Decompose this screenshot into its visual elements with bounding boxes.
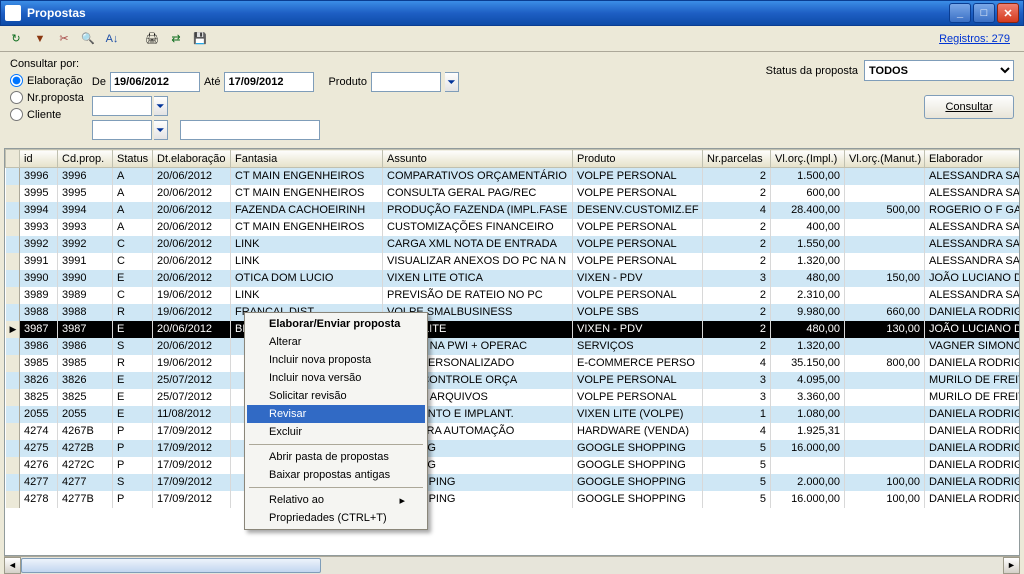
menu-item[interactable]: Incluir nova versão [247,369,425,387]
menu-item[interactable]: Alterar [247,333,425,351]
column-header[interactable]: Nr.parcelas [703,150,771,168]
table-row[interactable]: 42764272CP17/09/2012RKETINGGOOGLE SHOPPI… [6,457,1021,474]
produto-lookup-icon[interactable]: ⏷ [445,72,459,92]
table-row[interactable]: 39903990E20/06/2012OTICA DOM LUCIOVIXEN … [6,270,1021,287]
table-row[interactable]: 39943994A20/06/2012FAZENDA CACHOEIRINHPR… [6,202,1021,219]
maximize-button[interactable]: □ [973,3,995,23]
status-select[interactable]: TODOS [864,60,1014,81]
radio-elaboracao[interactable] [10,74,23,87]
radio-cliente[interactable] [10,108,23,121]
produto-input[interactable] [371,72,441,92]
column-header[interactable]: Vl.orç.(Manut.) [845,150,925,168]
menu-separator [249,487,423,488]
submenu-arrow-icon: ▸ [399,494,405,507]
close-button[interactable]: ✕ [997,3,1019,23]
menu-item[interactable]: Baixar propostas antigas [247,466,425,484]
de-input[interactable] [110,72,200,92]
table-row[interactable]: 39863986S20/06/2012MENTO NA PWI + OPERAC… [6,338,1021,355]
radio-nrproposta-label[interactable]: Nr.proposta [27,92,84,104]
filter-panel: Consultar por: Elaboração Nr.proposta Cl… [0,52,1024,148]
window-titlebar: Propostas _ □ ✕ [0,0,1024,26]
menu-item[interactable]: Excluir [247,423,425,441]
table-row[interactable]: 39853985R19/06/2012ERCE PERSONALIZADOE-C… [6,355,1021,372]
refresh-icon[interactable]: ↻ [6,29,26,49]
ate-input[interactable] [224,72,314,92]
table-row[interactable]: 42784277BP17/09/2012E SHOPPINGGOOGLE SHO… [6,491,1021,508]
table-row[interactable]: 39963996A20/06/2012CT MAIN ENGENHEIROSCO… [6,168,1021,185]
radio-elaboracao-label[interactable]: Elaboração [27,75,83,87]
column-header[interactable]: Cd.prop. [58,150,113,168]
table-row[interactable]: 42774277S17/09/2012E SHOPPINGGOOGLE SHOP… [6,474,1021,491]
table-row[interactable]: 42744267BP17/09/2012ARE PARA AUTOMAÇÃOHA… [6,423,1021,440]
table-row[interactable]: 38253825E25/07/2012OLE DE ARQUIVOSVOLPE … [6,389,1021,406]
ate-label: Até [204,76,221,88]
print-icon[interactable]: 🖨 [142,29,162,49]
status-label: Status da proposta [766,65,858,77]
menu-item[interactable]: Incluir nova proposta [247,351,425,369]
scroll-left-icon[interactable]: ◄ [4,557,21,574]
scroll-thumb[interactable] [21,558,321,573]
binoculars-icon[interactable]: 🔍 [78,29,98,49]
column-header[interactable]: Vl.orç.(Impl.) [771,150,845,168]
column-header[interactable]: Assunto [383,150,573,168]
export-icon[interactable]: ⇄ [166,29,186,49]
table-row[interactable]: 39883988R19/06/2012FRANCAL DIST.VOLPE SM… [6,304,1021,321]
scroll-right-icon[interactable]: ► [1003,557,1020,574]
consultar-button[interactable]: Consultar [924,95,1014,119]
de-label: De [92,76,106,88]
registros-link[interactable]: Registros: 279 [939,33,1018,45]
toolbar: ↻ ▼ ✂ 🔍 A↓ 🖨 ⇄ 💾 Registros: 279 [0,26,1024,52]
menu-item[interactable]: Relativo ao▸ [247,491,425,509]
table-row[interactable]: 39933993A20/06/2012CT MAIN ENGENHEIROSCU… [6,219,1021,236]
sort-icon[interactable]: A↓ [102,29,122,49]
filter-icon[interactable]: ▼ [30,29,50,49]
table-row[interactable]: 39893989C19/06/2012LINKPREVISÃO DE RATEI… [6,287,1021,304]
cliente-nome-input[interactable] [180,120,320,140]
window-title: Propostas [27,6,949,20]
column-header[interactable]: Produto [573,150,703,168]
menu-item[interactable]: Propriedades (CTRL+T) [247,509,425,527]
cut-icon[interactable]: ✂ [54,29,74,49]
table-row[interactable]: 42754272BP17/09/2012RKETINGGOOGLE SHOPPI… [6,440,1021,457]
produto-label: Produto [328,76,367,88]
consultar-por-label: Consultar por: [10,58,84,70]
column-header[interactable]: id [20,150,58,168]
minimize-button[interactable]: _ [949,3,971,23]
column-header[interactable]: Status [113,150,153,168]
horizontal-scrollbar[interactable]: ◄ ► [4,556,1020,573]
column-header[interactable]: Fantasia [231,150,383,168]
nrproposta-lookup-icon[interactable]: ⏷ [154,96,168,116]
table-row[interactable]: 39913991C20/06/2012LINKVISUALIZAR ANEXOS… [6,253,1021,270]
menu-item[interactable]: Elaborar/Enviar proposta [247,315,425,333]
radio-cliente-label[interactable]: Cliente [27,109,61,121]
menu-item[interactable]: Revisar [247,405,425,423]
radio-nrproposta[interactable] [10,91,23,104]
menu-item[interactable]: Solicitar revisão [247,387,425,405]
table-row[interactable]: 39923992C20/06/2012LINKCARGA XML NOTA DE… [6,236,1021,253]
cliente-lookup-icon[interactable]: ⏷ [154,120,168,140]
menu-item[interactable]: Abrir pasta de propostas [247,448,425,466]
cliente-input[interactable] [92,120,152,140]
context-menu: Elaborar/Enviar propostaAlterarIncluir n… [244,312,428,530]
table-row[interactable]: 38263826E25/07/2012ÇÕES CONTROLE ORÇAVOL… [6,372,1021,389]
menu-separator [249,444,423,445]
column-header[interactable]: Dt.elaboração [153,150,231,168]
grid: idCd.prop.StatusDt.elaboraçãoFantasiaAss… [4,148,1020,556]
save-icon[interactable]: 💾 [190,29,210,49]
nrproposta-input[interactable] [92,96,152,116]
table-row[interactable]: 20552055E11/08/2012OLVIMENTO E IMPLANT.V… [6,406,1021,423]
app-icon [5,5,21,21]
column-header[interactable]: Elaborador [925,150,1021,168]
table-row[interactable]: 39953995A20/06/2012CT MAIN ENGENHEIROSCO… [6,185,1021,202]
table-row[interactable]: ▶39873987E20/06/2012BRINLARKENKOVIXEN LI… [6,321,1021,338]
